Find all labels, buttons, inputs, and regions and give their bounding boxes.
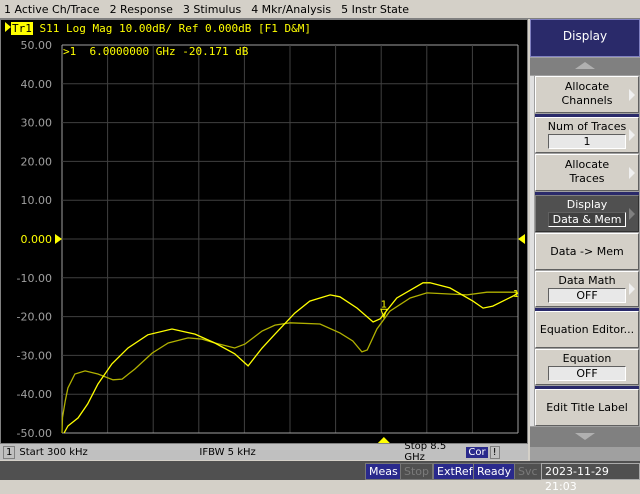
start-frequency[interactable]: Start 300 kHz bbox=[19, 447, 199, 458]
measurement-screen: 50.00 40.00 30.00 20.00 10.00 0.000 -10.00 -20.… bbox=[0, 19, 528, 444]
meas-status: Meas bbox=[365, 463, 402, 480]
y-tick-label: 10.00 bbox=[21, 194, 53, 207]
data-to-mem-label: Data -> Mem bbox=[550, 245, 624, 258]
equation-label: Equation bbox=[562, 352, 612, 365]
data-math-label: Data Math bbox=[558, 274, 616, 287]
display-button[interactable]: Display Data & Mem bbox=[535, 195, 639, 232]
equation-editor-label: Equation Editor... bbox=[539, 323, 635, 336]
scroll-up-button[interactable] bbox=[530, 58, 640, 75]
submenu-arrow-icon bbox=[629, 88, 635, 101]
y-tick-label: -40.00 bbox=[17, 388, 52, 401]
submenu-arrow-icon bbox=[629, 166, 635, 179]
y-tick-label: 50.00 bbox=[21, 39, 53, 52]
edit-title-label-button[interactable]: Edit Title Label bbox=[535, 389, 639, 426]
menu-bar: 1 Active Ch/Trace 2 Response 3 Stimulus … bbox=[0, 0, 640, 19]
submenu-arrow-icon bbox=[629, 283, 635, 295]
stop-status: Stop bbox=[400, 463, 434, 480]
submenu-arrow-icon bbox=[629, 207, 635, 220]
submenu-arrow-icon bbox=[629, 129, 635, 141]
y-tick-label: -10.00 bbox=[17, 272, 52, 285]
menu-instr-state[interactable]: 5 Instr State bbox=[337, 3, 415, 16]
trace-chart: 50.00 40.00 30.00 20.00 10.00 0.000 -10.00 -20.… bbox=[17, 39, 525, 443]
y-tick-label: 0.000 bbox=[21, 233, 53, 246]
y-tick-label: 30.00 bbox=[21, 117, 53, 130]
equation-editor-button[interactable]: Equation Editor... bbox=[535, 311, 639, 348]
allocate-traces-label: Allocate Traces bbox=[564, 158, 610, 185]
display-value: Data & Mem bbox=[548, 212, 626, 227]
extref-status: ExtRef bbox=[433, 463, 477, 480]
menu-mkr-analysis[interactable]: 4 Mkr/Analysis bbox=[247, 3, 337, 16]
menu-active-ch-trace[interactable]: 1 Active Ch/Trace bbox=[0, 3, 106, 16]
num-of-traces-label: Num of Traces bbox=[547, 120, 627, 133]
trace-data bbox=[63, 282, 519, 434]
scroll-down-button[interactable] bbox=[530, 427, 640, 447]
instrument-status-bar: Meas Stop ExtRef Ready Svc 2023-11-29 21… bbox=[0, 461, 640, 493]
display-label: Display bbox=[566, 198, 608, 211]
softkey-panel: Display Allocate Channels Num of Traces 1… bbox=[530, 19, 640, 461]
equation-value: OFF bbox=[548, 366, 626, 381]
trace-label: Tr1 bbox=[11, 22, 33, 35]
allocate-traces-button[interactable]: Allocate Traces bbox=[535, 154, 639, 191]
num-of-traces-button[interactable]: Num of Traces 1 bbox=[535, 117, 639, 153]
channel-status-bar: 1 Start 300 kHz IFBW 5 kHz Stop 8.5 GHz … bbox=[0, 441, 528, 463]
num-of-traces-value: 1 bbox=[548, 134, 626, 149]
y-tick-label: -50.00 bbox=[17, 427, 52, 440]
marker-position-icon bbox=[377, 437, 390, 443]
data-math-button[interactable]: Data Math OFF bbox=[535, 271, 639, 307]
menu-response[interactable]: 2 Response bbox=[106, 3, 179, 16]
ifbw[interactable]: IFBW 5 kHz bbox=[199, 447, 404, 458]
marker-readout: >1 6.0000000 GHz -20.171 dB bbox=[63, 45, 249, 58]
softkey-menu-title: Display bbox=[530, 19, 640, 57]
marker-label: 1 bbox=[381, 299, 387, 310]
warning-indicator: ! bbox=[489, 445, 500, 459]
edit-title-label: Edit Title Label bbox=[546, 401, 628, 414]
softkey-scrollbar[interactable] bbox=[530, 76, 534, 426]
menu-stimulus[interactable]: 3 Stimulus bbox=[179, 3, 247, 16]
y-tick-label: 20.00 bbox=[21, 155, 53, 168]
trace-end-label: 1 bbox=[513, 289, 519, 300]
svc-status: Svc bbox=[514, 463, 542, 480]
trace-settings: S11 Log Mag 10.00dB/ Ref 0.000dB [F1 D&M… bbox=[32, 22, 312, 35]
y-tick-label: 40.00 bbox=[21, 78, 53, 91]
data-math-value: OFF bbox=[548, 288, 626, 303]
correction-badge: Cor bbox=[466, 446, 488, 458]
allocate-channels-label: Allocate Channels bbox=[561, 80, 613, 107]
up-arrow-icon bbox=[575, 62, 595, 69]
stop-frequency[interactable]: Stop 8.5 GHz bbox=[404, 441, 466, 463]
ref-level-left-icon bbox=[55, 234, 62, 244]
datetime: 2023-11-29 21:03 bbox=[541, 463, 640, 493]
ready-status: Ready bbox=[473, 463, 516, 480]
trace-header[interactable]: Tr1 S11 Log Mag 10.00dB/ Ref 0.000dB [F1… bbox=[5, 22, 311, 35]
ref-level-right-icon bbox=[518, 234, 525, 244]
allocate-channels-button[interactable]: Allocate Channels bbox=[535, 76, 639, 113]
data-to-mem-button[interactable]: Data -> Mem bbox=[535, 233, 639, 270]
y-tick-label: -20.00 bbox=[17, 311, 52, 324]
channel-number[interactable]: 1 bbox=[3, 445, 16, 459]
down-arrow-icon bbox=[575, 433, 595, 440]
equation-button[interactable]: Equation OFF bbox=[535, 349, 639, 385]
y-tick-label: -30.00 bbox=[17, 349, 52, 362]
